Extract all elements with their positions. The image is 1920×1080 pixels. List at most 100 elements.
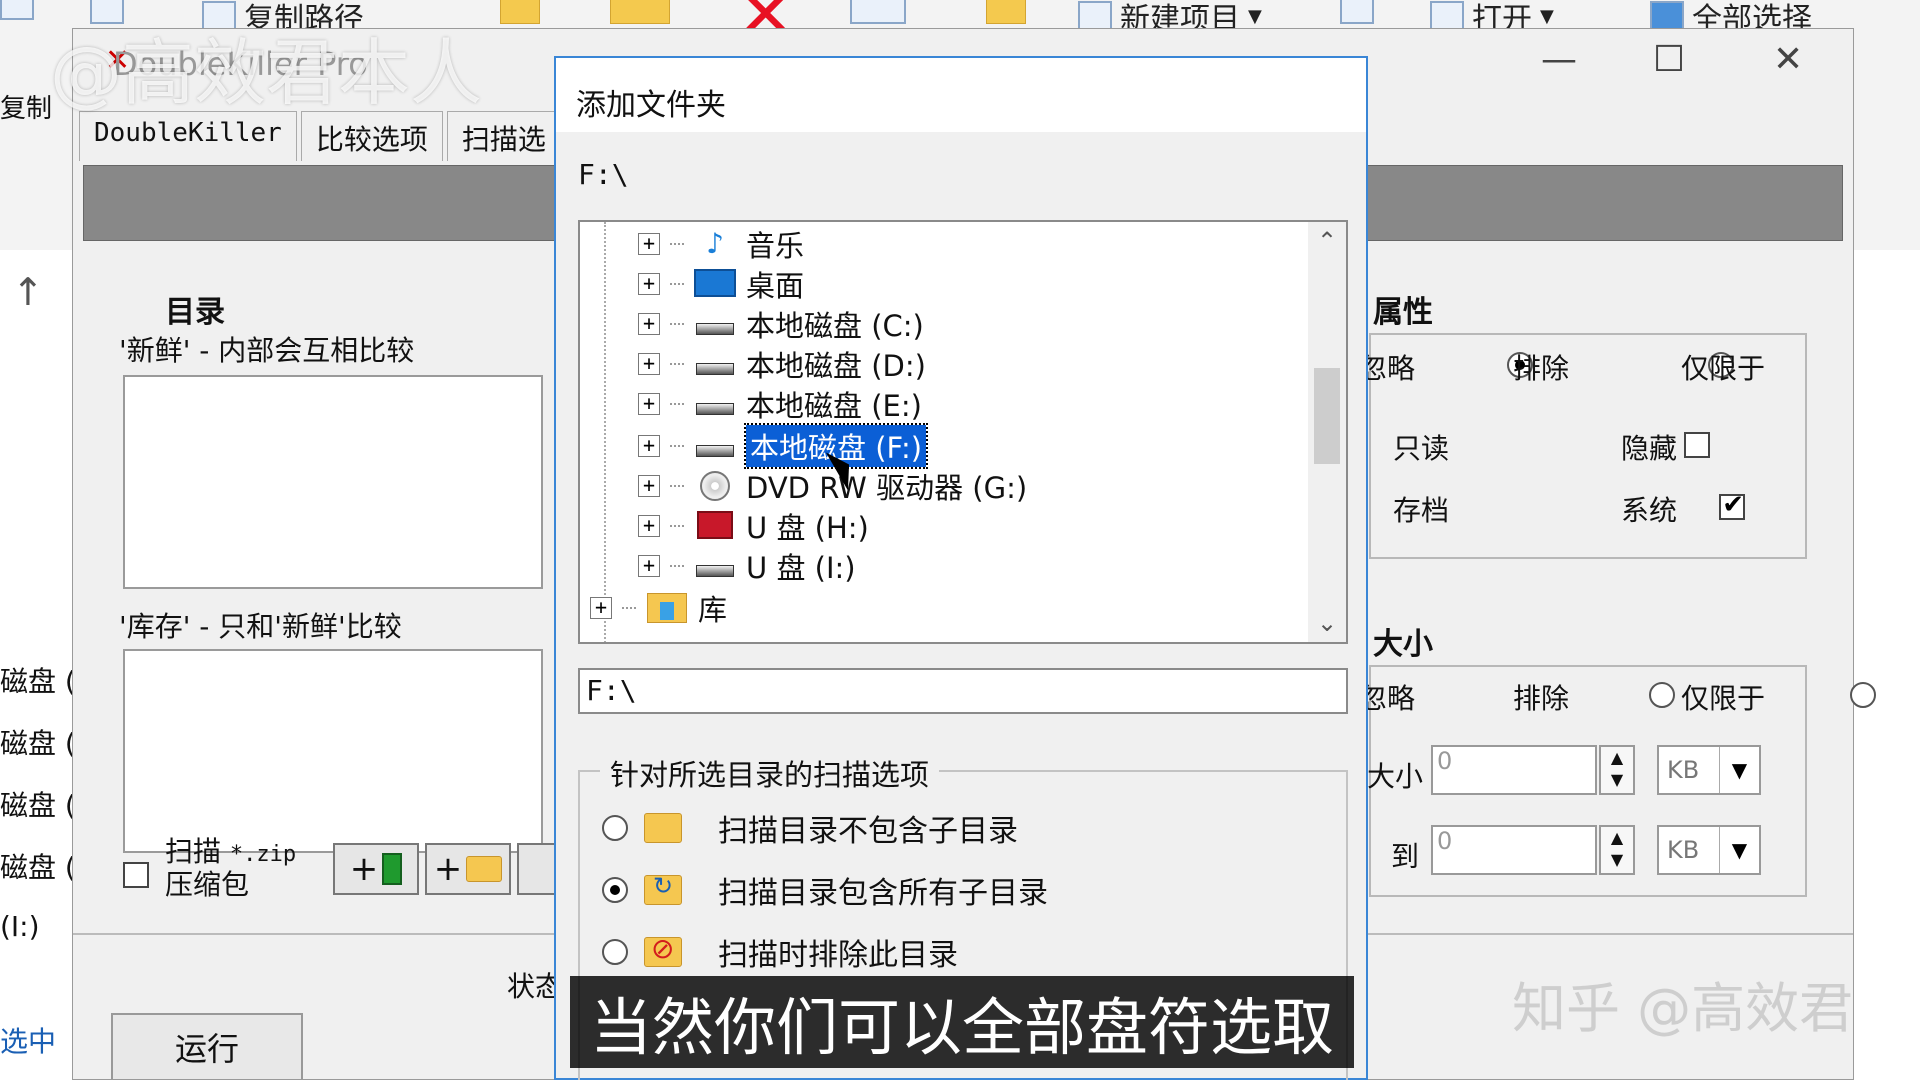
sidebar-selected-label: 选中 [0, 1025, 57, 1058]
attr-readonly-label: 只读 [1393, 432, 1450, 465]
up-arrow-icon[interactable]: ↑ [12, 270, 44, 314]
option-all-subdirs[interactable]: 扫描目录包含所有子目录 [602, 868, 1048, 912]
scroll-down-icon[interactable]: ⌄ [1308, 604, 1346, 642]
size-to-unit-select[interactable]: KB ▼ [1657, 825, 1761, 875]
attr-hidden-checkbox[interactable] [1683, 432, 1710, 458]
stock-directory-list[interactable] [123, 649, 543, 853]
watermark-top: @高效君本人 [50, 31, 483, 115]
expand-icon[interactable]: + [638, 555, 660, 577]
add-folder-button[interactable]: + [425, 843, 511, 895]
exclude-dir-label: 扫描时排除此目录 [718, 938, 958, 973]
size-from-input[interactable]: 0 [1431, 745, 1597, 795]
tree-item-library[interactable]: + 库 [590, 588, 727, 628]
ribbon-copy-doc-icon[interactable] [0, 0, 34, 20]
new-item-icon [1078, 1, 1112, 31]
expand-icon[interactable]: + [638, 393, 660, 415]
expand-icon[interactable]: + [638, 353, 660, 375]
dialog-current-path: F:\ [578, 158, 629, 191]
attr-exclude-label: 排除 [1513, 352, 1570, 385]
tree-item-label: 本地磁盘 (D:) [746, 349, 926, 383]
drive-icon [696, 363, 734, 375]
size-to-input[interactable]: 0 [1431, 825, 1597, 875]
ribbon-properties-icon[interactable] [1340, 0, 1374, 24]
scan-archive-label-line1: 扫描 [165, 835, 222, 868]
dialog-titlebar: 添加文件夹 [556, 58, 1366, 132]
ribbon-copyto-icon[interactable] [610, 0, 670, 24]
option-no-subdirs[interactable]: 扫描目录不包含子目录 [602, 806, 1018, 850]
tree-item-drive-g[interactable]: + DVD RW 驱动器 (G:) [638, 466, 1027, 506]
all-subdirs-radio[interactable] [602, 877, 628, 903]
size-to-label: 到 [1391, 840, 1420, 873]
stock-caption: '库存' - 只和'新鲜'比较 [119, 610, 402, 643]
tree-item-drive-c[interactable]: + 本地磁盘 (C:) [638, 304, 924, 344]
tree-item-drive-d[interactable]: + 本地磁盘 (D:) [638, 344, 926, 384]
tree-item-drive-h[interactable]: + U 盘 (H:) [638, 506, 869, 546]
drive-icon [696, 403, 734, 415]
maximize-button[interactable]: ☐ [1653, 39, 1685, 80]
expand-icon[interactable]: + [590, 597, 612, 619]
expand-icon[interactable]: + [638, 475, 660, 497]
folder-path-input[interactable]: F:\ [578, 668, 1348, 714]
tree-item-label: 库 [698, 593, 728, 627]
sidebar-item[interactable]: 磁盘 ( [0, 846, 76, 886]
ribbon-move-icon[interactable] [500, 0, 540, 24]
folder-tree[interactable]: + ♪ 音乐 + 桌面 + 本地磁盘 (C:) + 本地磁盘 (D:) + 本地… [578, 220, 1348, 644]
expand-icon[interactable]: + [638, 233, 660, 255]
size-to-stepper[interactable]: ▲ ▼ [1599, 825, 1635, 875]
tree-item-music[interactable]: + ♪ 音乐 [638, 224, 804, 264]
size-section-title: 大小 [1373, 627, 1433, 662]
ribbon-rename-icon[interactable] [850, 0, 906, 24]
scroll-thumb[interactable] [1314, 368, 1340, 464]
fresh-directory-list[interactable] [123, 375, 543, 589]
system-drive-icon [696, 323, 734, 335]
minimize-button[interactable]: — [1541, 39, 1577, 80]
scan-options-legend: 针对所选目录的扫描选项 [600, 752, 940, 794]
size-to-unit-value: KB [1667, 836, 1700, 864]
run-button[interactable]: 运行 [111, 1013, 303, 1080]
desktop-icon [694, 269, 736, 297]
chevron-down-icon: ▼ [1719, 747, 1759, 793]
sidebar-item[interactable]: (I:) [0, 910, 70, 943]
drive-icon [696, 445, 734, 457]
folder-icon [644, 813, 682, 843]
no-subdirs-radio[interactable] [602, 815, 628, 841]
size-ignore-label: 忽略 [1365, 682, 1415, 715]
scan-archive-checkbox[interactable] [123, 862, 149, 888]
tree-item-drive-e[interactable]: + 本地磁盘 (E:) [638, 384, 922, 424]
ribbon-new-folder-icon[interactable] [986, 0, 1026, 24]
expand-icon[interactable]: + [638, 273, 660, 295]
sidebar-item[interactable]: 磁盘 ( [0, 722, 76, 762]
music-icon: ♪ [706, 227, 724, 260]
size-only-radio[interactable] [1850, 682, 1877, 708]
scroll-up-icon[interactable]: ⌃ [1308, 222, 1346, 260]
folder-recursive-icon [644, 872, 682, 905]
attr-system-checkbox[interactable] [1719, 490, 1746, 520]
size-exclude-radio[interactable] [1648, 682, 1675, 708]
close-button[interactable]: ✕ [1773, 39, 1803, 80]
tree-item-label: DVD RW 驱动器 (G:) [746, 471, 1028, 505]
attr-archive-label: 存档 [1393, 494, 1450, 527]
usb-icon [697, 511, 733, 539]
tree-item-desktop[interactable]: + 桌面 [638, 264, 804, 304]
tree-scrollbar[interactable]: ⌃ ⌄ [1308, 222, 1346, 642]
expand-icon[interactable]: + [638, 313, 660, 335]
size-from-unit-select[interactable]: KB ▼ [1657, 745, 1761, 795]
remove-button[interactable] [517, 843, 557, 895]
size-from-stepper[interactable]: ▲ ▼ [1599, 745, 1635, 795]
expand-icon[interactable]: + [638, 515, 660, 537]
expand-icon[interactable]: + [638, 435, 660, 457]
tree-item-drive-i[interactable]: + U 盘 (I:) [638, 546, 856, 586]
ribbon-copy-label: 复制 [0, 94, 53, 124]
tree-item-label: 本地磁盘 (E:) [746, 389, 922, 423]
sidebar-item[interactable]: 磁盘 ( [0, 784, 76, 824]
sidebar-item[interactable]: 磁盘 ( [0, 660, 76, 700]
tree-item-drive-f[interactable]: + 本地磁盘 (F:) [638, 423, 929, 469]
chevron-down-icon: ▼ [1719, 827, 1759, 873]
size-only-label: 仅限于 [1681, 682, 1766, 715]
select-all-icon [1650, 1, 1684, 31]
all-subdirs-label: 扫描目录包含所有子目录 [718, 876, 1048, 911]
option-exclude-dir[interactable]: 扫描时排除此目录 [602, 930, 958, 974]
scan-archive-label-line2: 压缩包 [165, 868, 250, 901]
exclude-dir-radio[interactable] [602, 939, 628, 965]
add-file-button[interactable]: + [333, 843, 419, 895]
